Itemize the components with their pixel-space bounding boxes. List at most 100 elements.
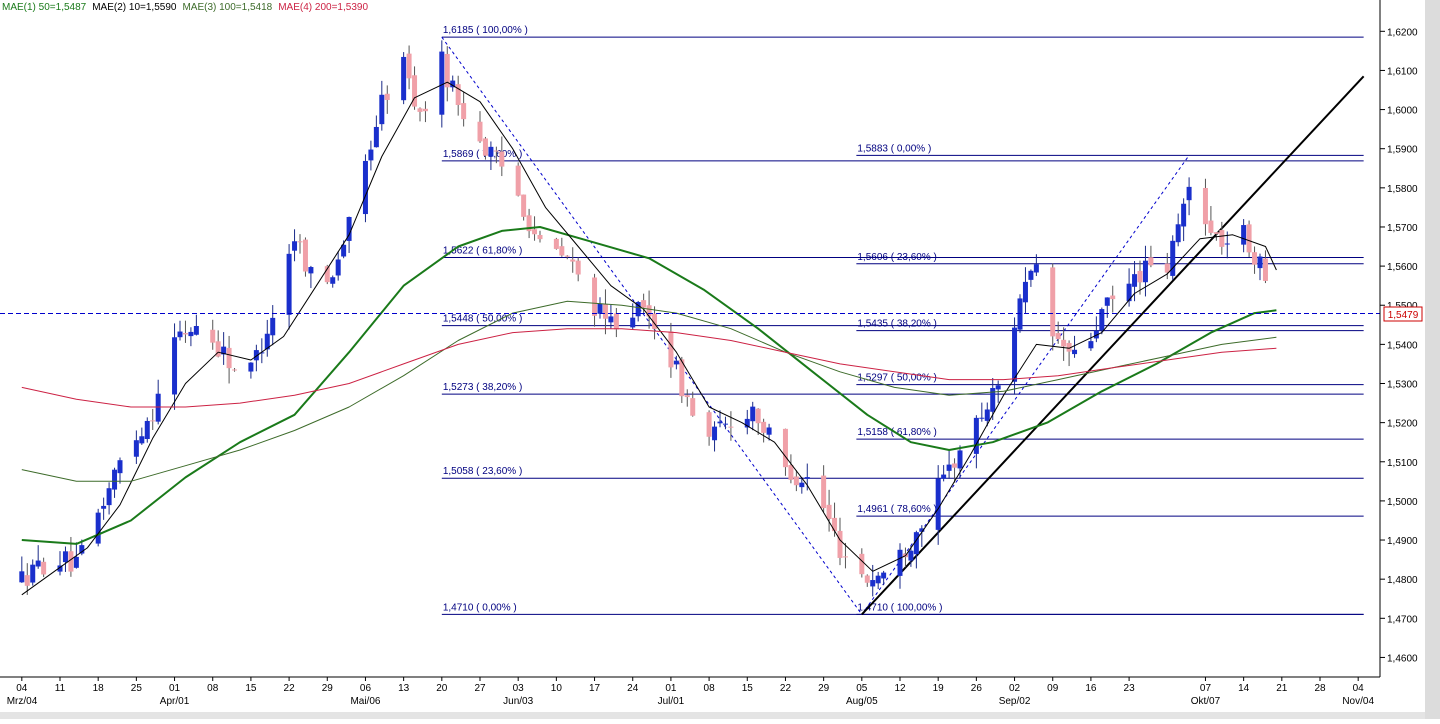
candle-body-41	[330, 277, 336, 284]
fib-label-0-2: 1,5622 ( 61,80% )	[443, 245, 523, 256]
candle-body-143	[1104, 297, 1110, 306]
chart-background	[0, 0, 1440, 719]
candle-body-104	[804, 477, 810, 479]
candle-body-15	[133, 440, 139, 457]
candle-body-18	[150, 420, 156, 422]
candle-body-88	[684, 395, 690, 398]
candle-body-69	[537, 234, 543, 240]
chart-container: 1,6185 ( 100,00% ) 1,5869 ( 78,60% ) 1,562…	[0, 0, 1440, 719]
x-tick-label-33: 28	[1314, 683, 1326, 694]
candle-body-3	[35, 560, 41, 567]
candle-body-96	[750, 406, 756, 422]
candle-body-122	[946, 464, 952, 471]
candle-body-134	[1033, 264, 1039, 273]
month-label-2: Mai/06	[350, 696, 380, 707]
candle-body-121	[941, 474, 947, 479]
candle-body-106	[826, 504, 832, 519]
candle-body-142	[1099, 309, 1105, 331]
candle-body-64	[499, 151, 505, 167]
candle-body-139	[1072, 349, 1078, 355]
x-tick-label-6: 15	[245, 683, 257, 694]
legend-item-2: MAE(3) 100=1,5418	[182, 2, 272, 13]
candle-body-130	[1012, 327, 1018, 382]
candle-body-160	[1241, 225, 1247, 245]
candle-body-150	[1164, 263, 1170, 273]
candle-body-65	[515, 165, 521, 196]
candle-body-76	[597, 303, 603, 314]
x-tick-label-29: 23	[1124, 683, 1136, 694]
candle-body-29	[232, 369, 238, 371]
candle-body-163	[1257, 256, 1263, 269]
candle-body-102	[793, 476, 799, 486]
candle-body-126	[979, 417, 985, 419]
candle-body-82	[641, 300, 647, 308]
candle-body-12	[106, 488, 112, 506]
candle-body-80	[630, 317, 636, 328]
candle-body-93	[722, 423, 728, 425]
candle-body-107	[832, 517, 838, 532]
candle-body-147	[1137, 270, 1143, 283]
fib-label-0-6: 1,4710 ( 0,00% )	[443, 602, 517, 613]
candle-body-120	[935, 478, 941, 530]
candle-body-66	[521, 194, 527, 217]
fib-label-1-3: 1,5297 ( 50,00% )	[857, 373, 937, 384]
candle-body-100	[782, 428, 788, 468]
y-tick-label-15: 1,6100	[1387, 66, 1418, 77]
legend-item-0: MAE(1) 50=1,5487	[2, 2, 87, 13]
candle-body-25	[210, 329, 216, 343]
current-price-box: 1,5479	[1383, 306, 1423, 322]
candle-body-108	[837, 530, 843, 558]
candle-body-117	[908, 550, 914, 561]
legend-item-3: MAE(4) 200=1,5390	[278, 2, 368, 13]
candle-body-89	[690, 398, 696, 416]
bottom-scrollbar[interactable]	[0, 712, 1425, 719]
x-tick-label-13: 03	[513, 683, 525, 694]
y-tick-label-13: 1,5900	[1387, 145, 1418, 156]
candle-body-63	[493, 150, 499, 152]
x-tick-label-4: 01	[169, 683, 181, 694]
candle-body-68	[532, 229, 538, 235]
y-tick-label-7: 1,5300	[1387, 380, 1418, 391]
right-scrollbar[interactable]	[1425, 0, 1440, 719]
y-tick-label-16: 1,6200	[1387, 27, 1418, 38]
candle-body-72	[564, 255, 570, 257]
candle-body-45	[362, 160, 368, 215]
candle-body-110	[859, 553, 865, 575]
candle-body-14	[117, 460, 123, 474]
candle-body-137	[1061, 339, 1067, 347]
y-tick-label-1: 1,4700	[1387, 614, 1418, 625]
candle-body-71	[559, 246, 565, 256]
candle-body-92	[717, 421, 723, 424]
candle-body-49	[384, 93, 390, 100]
x-tick-label-16: 24	[627, 683, 639, 694]
candle-body-1	[24, 575, 30, 586]
x-tick-label-7: 22	[284, 683, 296, 694]
y-tick-label-8: 1,5400	[1387, 340, 1418, 351]
candle-body-42	[335, 259, 341, 276]
x-tick-label-30: 07	[1200, 683, 1212, 694]
candle-body-124	[957, 450, 963, 469]
x-tick-label-20: 22	[780, 683, 792, 694]
candle-body-125	[973, 417, 979, 454]
candle-body-48	[379, 94, 385, 125]
x-tick-label-24: 19	[933, 683, 945, 694]
y-tick-label-2: 1,4800	[1387, 575, 1418, 586]
candle-body-70	[553, 238, 559, 249]
month-label-0: Mrz/04	[7, 696, 38, 707]
candle-body-46	[368, 149, 374, 161]
x-tick-label-23: 12	[894, 683, 906, 694]
candle-body-103	[799, 482, 805, 488]
month-label-3: Jun/03	[503, 696, 533, 707]
candle-body-90	[706, 412, 712, 437]
legend: MAE(1) 50=1,5487 MAE(2) 10=1,5590 MAE(3) 1…	[2, 2, 368, 13]
fib-label-1-0: 1,5883 ( 0,00% )	[857, 143, 931, 154]
month-label-6: Sep/02	[999, 696, 1031, 707]
x-tick-label-9: 06	[360, 683, 372, 694]
x-tick-label-19: 15	[742, 683, 754, 694]
candle-body-21	[177, 331, 183, 338]
candle-body-156	[1208, 220, 1214, 233]
candle-body-153	[1181, 203, 1187, 227]
candle-body-114	[881, 572, 887, 579]
candle-body-28	[226, 347, 232, 369]
x-tick-label-17: 01	[665, 683, 677, 694]
